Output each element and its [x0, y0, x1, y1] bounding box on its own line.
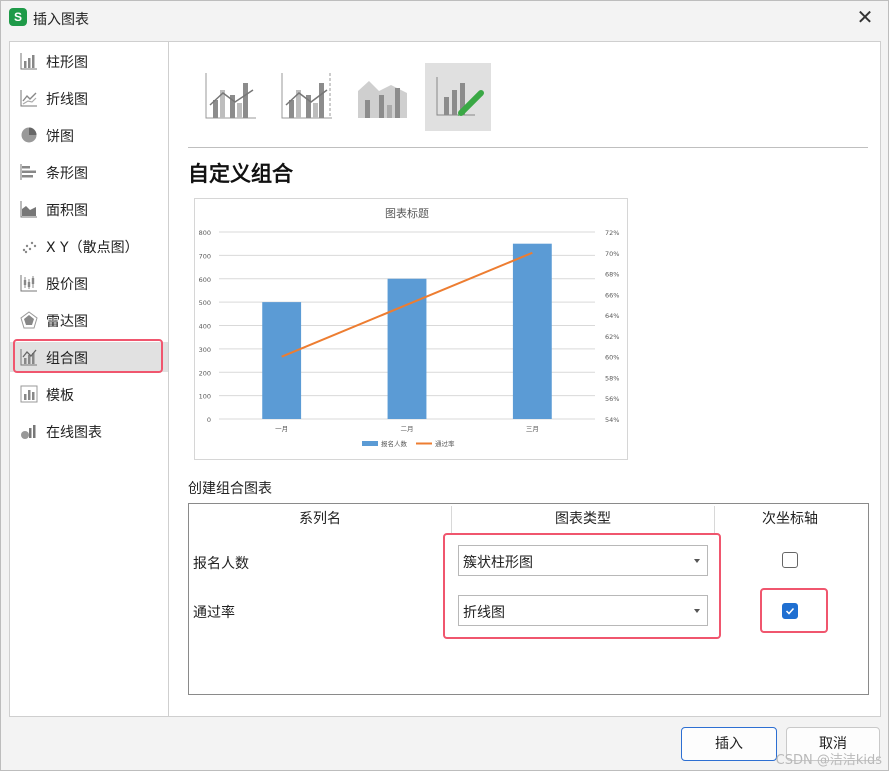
sidebar-item-column[interactable]: 柱形图 [10, 46, 168, 76]
sidebar-item-pie[interactable]: 饼图 [10, 120, 168, 150]
y2-tick-label: 62% [605, 333, 619, 341]
sidebar-item-area[interactable]: 面积图 [10, 194, 168, 224]
window-title: 插入图表 [33, 12, 89, 28]
title-bar: S 插入图表 ✕ [1, 1, 888, 35]
wps-app-icon: S [9, 8, 27, 26]
sidebar-item-combo[interactable]: 组合图 [10, 342, 168, 372]
online-chart-icon [21, 425, 36, 439]
line-chart-icon [20, 90, 37, 107]
sidebar-item-scatter[interactable]: X Y（散点图） [10, 231, 168, 261]
y-tick-label: 700 [199, 252, 211, 260]
subtype-stacked-area-column[interactable] [349, 63, 415, 131]
sidebar-item-label: 饼图 [46, 129, 74, 145]
x-tick-label: 三月 [526, 425, 539, 433]
clustered-column-line-icon [205, 73, 256, 119]
sidebar-item-label: 条形图 [46, 166, 88, 182]
y2-tick-label: 70% [605, 250, 619, 258]
custom-combo-icon [436, 77, 484, 116]
scatter-chart-icon [22, 241, 37, 254]
sidebar-item-label: 在线图表 [46, 425, 102, 441]
horizontal-bar-chart-icon [20, 164, 36, 180]
series-name: 报名人数 [193, 556, 249, 572]
sidebar-item-label: 组合图 [46, 351, 88, 367]
chart-title: 图表标题 [385, 206, 429, 220]
divider [188, 147, 868, 148]
y-tick-label: 100 [199, 393, 211, 401]
subtype-custom-combo[interactable] [425, 63, 491, 131]
chart-preview: 图表标题 0 100 200 300 400 500 600 700 800 54% 56% 58% 60… [194, 198, 628, 460]
sidebar-item-label: 折线图 [46, 92, 88, 108]
y-tick-label: 0 [207, 416, 211, 424]
insert-button[interactable]: 插入 [681, 727, 777, 761]
chart-type-select[interactable]: 簇状柱形图 [458, 545, 708, 576]
y2-tick-label: 56% [605, 395, 619, 403]
sidebar-item-template[interactable]: 模板 [10, 379, 168, 409]
stacked-area-column-icon [358, 81, 407, 118]
stock-chart-icon [20, 275, 37, 292]
combo-chart-icon [20, 349, 37, 366]
secondary-axis-checkbox[interactable] [782, 552, 798, 568]
chart-category-sidebar: 柱形图 折线图 饼图 条形图 面积图 X Y（散点图） 股价图 雷达图 组合图 … [9, 41, 169, 717]
legend-label: 通过率 [435, 439, 455, 448]
check-icon [785, 607, 795, 615]
y-tick-label: 300 [199, 346, 211, 354]
legend-label: 报名人数 [381, 439, 408, 448]
close-icon[interactable]: ✕ [852, 5, 878, 29]
preview-chart: 图表标题 0 100 200 300 400 500 600 700 800 54% 56% 58% 60… [199, 206, 620, 448]
sidebar-item-label: 柱形图 [46, 55, 88, 71]
column-header-series-name: 系列名 [299, 511, 341, 527]
chart-type-value: 簇状柱形图 [463, 555, 533, 571]
secondary-axis-checkbox[interactable] [782, 603, 798, 619]
y-tick-label: 500 [199, 299, 211, 307]
chart-type-select[interactable]: 折线图 [458, 595, 708, 626]
sidebar-item-label: 模板 [46, 388, 74, 404]
sidebar-item-label: 面积图 [46, 203, 88, 219]
y2-tick-label: 72% [605, 229, 619, 237]
sidebar-item-stock[interactable]: 股价图 [10, 268, 168, 298]
watermark: CSDN @洁洁kids [775, 753, 882, 768]
area-chart-icon [20, 201, 37, 218]
column-line-secondary-icon [281, 73, 332, 119]
column-header-secondary-axis: 次坐标轴 [762, 511, 818, 527]
y-tick-label: 200 [199, 369, 211, 377]
y-tick-label: 400 [199, 323, 211, 331]
x-tick-label: 一月 [275, 425, 288, 433]
create-combo-label: 创建组合图表 [188, 481, 272, 497]
chevron-down-icon [694, 559, 700, 563]
sidebar-item-label: 股价图 [46, 277, 88, 293]
legend-swatch-bar [362, 441, 378, 446]
combo-heading: 自定义组合 [188, 162, 293, 186]
chevron-down-icon [694, 609, 700, 613]
subtype-column-line-secondary[interactable] [273, 63, 339, 131]
y-tick-label: 800 [199, 229, 211, 237]
y-tick-label: 600 [199, 276, 211, 284]
insert-chart-dialog: S 插入图表 ✕ 柱形图 折线图 饼图 条形图 面积图 X Y（散点图） 股价图… [0, 0, 889, 771]
sidebar-item-online[interactable]: 在线图表 [10, 416, 168, 446]
y2-tick-label: 66% [605, 291, 619, 299]
chart-type-value: 折线图 [463, 605, 505, 621]
bar [262, 302, 302, 419]
sidebar-item-label: X Y（散点图） [46, 240, 139, 256]
sidebar-item-line[interactable]: 折线图 [10, 83, 168, 113]
chart-options-panel: 自定义组合 图表标题 0 100 200 300 400 500 600 700 800 54% 56… [169, 41, 881, 717]
sidebar-item-bar[interactable]: 条形图 [10, 157, 168, 187]
series-config-table: 系列名 图表类型 次坐标轴 报名人数 簇状柱形图 通过率 折线图 [188, 503, 869, 695]
subtype-clustered-column-line[interactable] [197, 63, 263, 131]
pie-chart-icon [21, 127, 37, 143]
y2-tick-label: 58% [605, 374, 619, 382]
template-icon [20, 385, 38, 403]
y2-tick-label: 64% [605, 312, 619, 320]
sidebar-item-label: 雷达图 [46, 314, 88, 330]
y2-tick-label: 54% [605, 416, 619, 424]
sidebar-item-radar[interactable]: 雷达图 [10, 305, 168, 335]
x-tick-label: 二月 [401, 425, 414, 433]
bar [512, 243, 552, 419]
y2-tick-label: 60% [605, 354, 619, 362]
bar-chart-icon [20, 53, 37, 70]
series-name: 通过率 [193, 605, 235, 621]
radar-chart-icon [20, 311, 38, 329]
y2-tick-label: 68% [605, 271, 619, 279]
column-header-chart-type: 图表类型 [555, 511, 611, 527]
